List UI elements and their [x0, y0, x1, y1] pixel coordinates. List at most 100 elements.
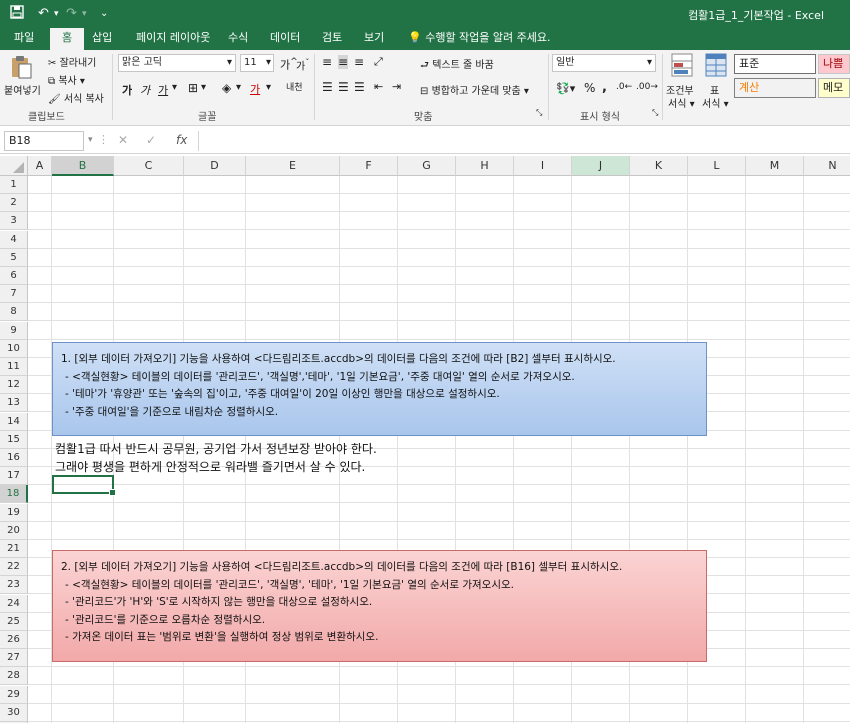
tab-formulas[interactable]: 수식: [222, 28, 254, 50]
column-header-d[interactable]: D: [184, 156, 246, 176]
tab-review[interactable]: 검토: [316, 28, 348, 50]
shrink-font-button[interactable]: 가ˇ: [296, 57, 309, 72]
font-color-button[interactable]: 가: [250, 81, 260, 97]
border-dropdown-icon[interactable]: ▾: [201, 82, 206, 93]
row-header-7[interactable]: 7: [0, 285, 28, 304]
row-header-19[interactable]: 19: [0, 503, 28, 522]
comma-button[interactable]: ,: [602, 80, 607, 95]
style-calculation[interactable]: 계산: [734, 78, 816, 98]
customize-icon[interactable]: ⌄: [100, 5, 108, 23]
accounting-format-icon[interactable]: 💱▾: [556, 82, 575, 95]
row-header-29[interactable]: 29: [0, 685, 28, 704]
undo-icon[interactable]: ↶: [38, 5, 49, 23]
cell-b16[interactable]: 컴활1급 따서 반드시 공무원, 공기업 가서 정년보장 받아야 한다.: [55, 440, 377, 458]
paste-icon[interactable]: [8, 54, 34, 80]
tab-insert[interactable]: 삽입: [86, 28, 118, 50]
row-header-17[interactable]: 17: [0, 467, 28, 486]
cut-button[interactable]: ✂ 잘라내기: [48, 54, 96, 69]
bold-button[interactable]: 가: [122, 82, 132, 98]
cancel-icon[interactable]: ✕: [118, 133, 128, 147]
format-painter-button[interactable]: 🖌 서식 복사: [48, 90, 104, 105]
row-header-15[interactable]: 15: [0, 430, 28, 449]
row-header-6[interactable]: 6: [0, 267, 28, 285]
border-icon[interactable]: ⊞: [188, 81, 198, 95]
number-format-select[interactable]: 일반 ▾: [552, 54, 656, 72]
row-header-8[interactable]: 8: [0, 303, 28, 322]
copy-button[interactable]: ⧉ 복사 ▾: [48, 72, 85, 87]
row-header-16[interactable]: 16: [0, 449, 28, 467]
tab-home[interactable]: 홈: [50, 28, 84, 50]
row-header-24[interactable]: 24: [0, 594, 28, 613]
font-color-dropdown-icon[interactable]: ▾: [266, 82, 271, 93]
column-header-h[interactable]: H: [456, 156, 514, 176]
increase-indent-icon[interactable]: ⇥: [392, 80, 401, 93]
row-header-11[interactable]: 11: [0, 358, 28, 376]
row-header-12[interactable]: 12: [0, 376, 28, 395]
name-box[interactable]: B18: [4, 131, 84, 151]
fill-dropdown-icon[interactable]: ▾: [236, 82, 241, 93]
tab-page-layout[interactable]: 페이지 레이아웃: [130, 28, 216, 50]
column-header-l[interactable]: L: [688, 156, 746, 176]
row-header-10[interactable]: 10: [0, 339, 28, 358]
column-header-g[interactable]: G: [398, 156, 456, 176]
save-icon[interactable]: [10, 5, 24, 23]
active-cell-b18[interactable]: [52, 475, 116, 496]
column-header-j[interactable]: J: [572, 156, 630, 176]
column-header-k[interactable]: K: [630, 156, 688, 176]
row-header-4[interactable]: 4: [0, 230, 28, 249]
style-bad[interactable]: 나쁨: [818, 54, 850, 74]
tab-view[interactable]: 보기: [358, 28, 390, 50]
enter-icon[interactable]: ✓: [146, 133, 156, 147]
phonetic-button[interactable]: 내천: [286, 80, 303, 93]
increase-decimal-icon[interactable]: .0←: [616, 82, 632, 92]
decrease-indent-icon[interactable]: ⇤: [374, 80, 383, 93]
align-left-icon[interactable]: ☰: [322, 80, 333, 94]
name-box-dropdown-icon[interactable]: ▾: [88, 135, 93, 145]
font-name-select[interactable]: 맑은 고딕 ▾: [118, 54, 236, 72]
cell-b17[interactable]: 그래야 평생을 편하게 안정적으로 워라밸 즐기면서 살 수 있다.: [55, 458, 365, 476]
row-header-20[interactable]: 20: [0, 521, 28, 540]
instruction-box-1[interactable]: 1. [외부 데이터 가져오기] 기능을 사용하여 <다드림리조트.accdb>…: [52, 342, 707, 436]
select-all-corner[interactable]: [0, 156, 28, 176]
paste-button[interactable]: 붙여넣기: [4, 82, 41, 97]
row-header-2[interactable]: 2: [0, 194, 28, 213]
dialog-launcher-icon[interactable]: ⤡: [536, 108, 542, 118]
tab-data[interactable]: 데이터: [264, 28, 306, 50]
redo-icon[interactable]: ↷: [66, 5, 77, 23]
font-size-select[interactable]: 11 ▾: [240, 54, 274, 72]
underline-dropdown-icon[interactable]: ▾: [172, 82, 177, 93]
row-header-9[interactable]: 9: [0, 321, 28, 340]
column-header-a[interactable]: A: [28, 156, 52, 176]
row-header-23[interactable]: 23: [0, 576, 28, 595]
formula-input[interactable]: [198, 131, 848, 151]
align-middle-icon[interactable]: ≡: [338, 55, 349, 69]
fill-color-icon[interactable]: ◈: [222, 81, 231, 95]
row-header-14[interactable]: 14: [0, 412, 28, 431]
align-top-icon[interactable]: ≡: [322, 55, 332, 69]
conditional-formatting-icon[interactable]: [670, 52, 694, 78]
format-as-table-icon[interactable]: [704, 52, 728, 78]
column-header-m[interactable]: M: [746, 156, 804, 176]
column-header-e[interactable]: E: [246, 156, 340, 176]
underline-button[interactable]: 가: [158, 82, 168, 98]
style-note[interactable]: 메모: [818, 78, 850, 98]
italic-button[interactable]: 가: [140, 82, 150, 98]
column-header-n[interactable]: N: [804, 156, 850, 176]
wrap-text-button[interactable]: ⮐ 텍스트 줄 바꿈: [420, 56, 494, 75]
worksheet-grid[interactable]: ABCDEFGHIJKLMN 1 2 3 4 5 6 7 8 9 10 11 12 13 14 15 16 17…: [0, 156, 850, 723]
column-header-f[interactable]: F: [340, 156, 398, 176]
column-header-i[interactable]: I: [514, 156, 572, 176]
row-header-13[interactable]: 13: [0, 394, 28, 413]
row-header-3[interactable]: 3: [0, 212, 28, 231]
row-header-28[interactable]: 28: [0, 667, 28, 686]
row-header-26[interactable]: 26: [0, 631, 28, 649]
style-normal[interactable]: 표준: [734, 54, 816, 74]
orientation-icon[interactable]: ⤢: [374, 55, 383, 69]
row-header-5[interactable]: 5: [0, 248, 28, 267]
row-header-22[interactable]: 22: [0, 558, 28, 577]
tab-file[interactable]: 파일: [8, 28, 40, 50]
merge-center-button[interactable]: ⊟ 병합하고 가운데 맞춤 ▾: [420, 82, 529, 97]
align-center-icon[interactable]: ☰: [338, 80, 349, 94]
redo-dropdown-icon[interactable]: ▾: [82, 5, 87, 23]
tell-me[interactable]: 💡 수행할 작업을 알려 주세요.: [402, 28, 557, 50]
